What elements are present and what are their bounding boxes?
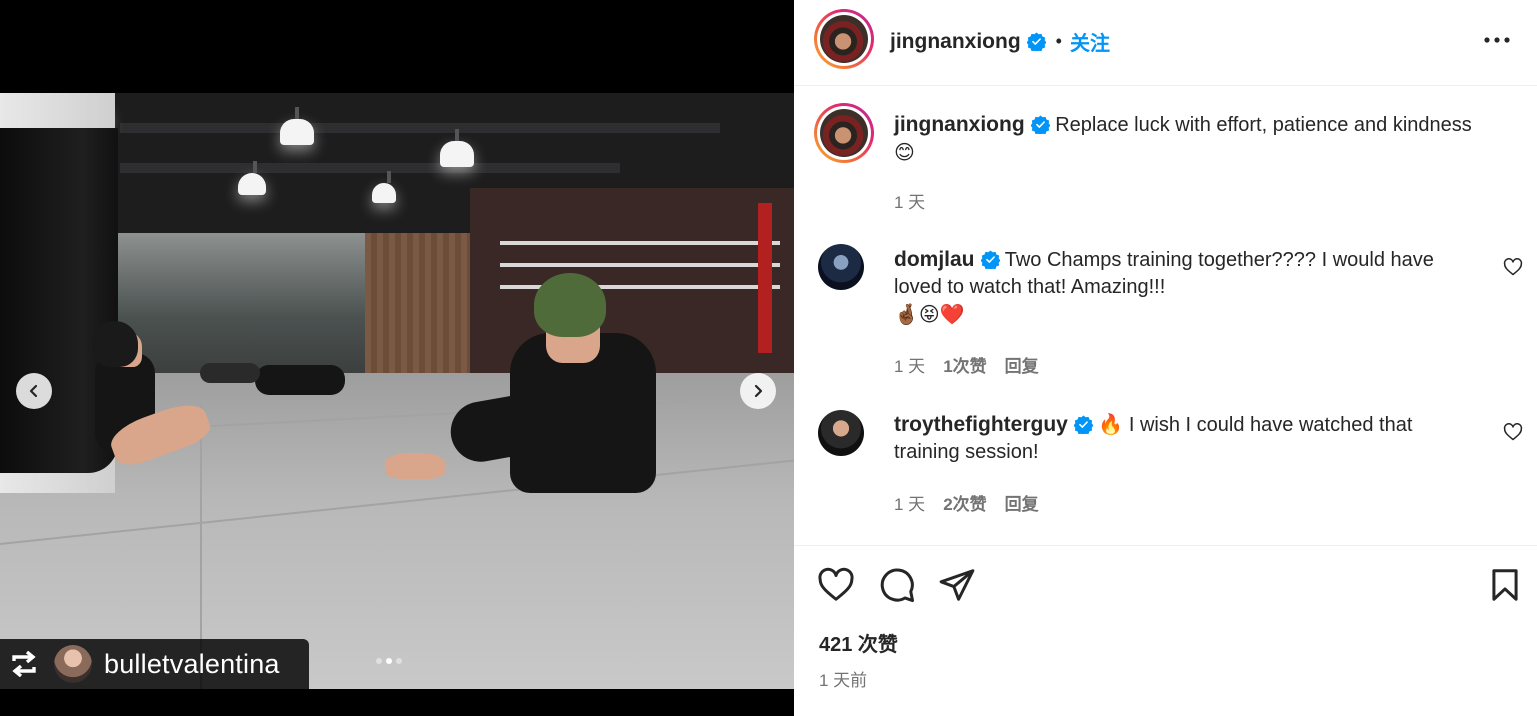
chevron-right-icon [754, 384, 763, 398]
ring-rope [500, 241, 780, 245]
comment-reply-button[interactable]: 回复 [1005, 352, 1039, 377]
author-username[interactable]: jingnanxiong [890, 30, 1021, 54]
photo-beam [120, 123, 720, 133]
repost-avatar [54, 645, 92, 683]
verified-badge-icon [1026, 32, 1046, 51]
comment-avatar[interactable] [818, 244, 864, 290]
comment-time[interactable]: 1 天 [894, 490, 925, 515]
caption-time[interactable]: 1 天 [894, 188, 925, 213]
verified-badge-icon [1030, 115, 1050, 134]
comment-avatar[interactable] [818, 410, 864, 456]
caption-emoji: 😊 [894, 140, 915, 164]
caption-author-avatar[interactable] [814, 103, 874, 163]
photo-beam [120, 163, 620, 173]
photo-lamp [440, 129, 474, 167]
photo-gear-pile [200, 363, 260, 383]
verified-badge-icon [1073, 415, 1093, 434]
chevron-left-icon [29, 384, 38, 398]
comment-time[interactable]: 1 天 [894, 352, 925, 377]
comment-like-heart-icon[interactable] [1503, 422, 1523, 442]
verified-badge-icon [980, 250, 1000, 269]
author-avatar[interactable] [814, 9, 874, 69]
ring-post [758, 203, 772, 353]
comment-bubble-icon[interactable] [878, 566, 916, 604]
photo-lamp [372, 171, 396, 203]
caption-username[interactable]: jingnanxiong [894, 113, 1025, 136]
carousel-dot [396, 658, 402, 664]
photo-lamp [238, 161, 266, 195]
comment-1-meta: 1 天 1次赞 回复 [894, 352, 1039, 377]
carousel-indicator [376, 658, 402, 664]
caption-meta: 1 天 [894, 188, 925, 213]
more-options-button[interactable] [1479, 26, 1515, 54]
caption-text: Replace luck with effort, patience and k… [1055, 114, 1472, 136]
photo-fighter-right-foot [385, 453, 445, 479]
comment-1: domjlau Two Champs training together????… [894, 246, 1474, 329]
comment-emojis: 🤞🏾😝❤️ [894, 302, 965, 326]
repost-tag[interactable]: bulletvalentina [0, 639, 309, 689]
header-separator: • [1055, 31, 1062, 51]
carousel-dot [376, 658, 382, 664]
comment-username[interactable]: domjlau [894, 248, 975, 271]
carousel-next-button[interactable] [740, 373, 776, 409]
more-horizontal-icon [1484, 37, 1510, 43]
post-photo [0, 93, 794, 689]
comment-2: troythefighterguy 🔥 I wish I could have … [894, 411, 1474, 466]
repost-icon [8, 648, 40, 680]
post-media: bulletvalentina [0, 0, 794, 716]
ring-rope [500, 263, 780, 267]
comment-2-meta: 1 天 2次赞 回复 [894, 490, 1039, 515]
repost-username: bulletvalentina [104, 648, 280, 679]
follow-button[interactable]: 关注 [1070, 27, 1110, 56]
comment-username[interactable]: troythefighterguy [894, 413, 1068, 436]
photo-window [115, 233, 365, 373]
post-time[interactable]: 1 天前 [819, 666, 867, 691]
actions-divider [794, 545, 1537, 546]
like-count[interactable]: 421 次赞 [819, 628, 898, 657]
share-send-icon[interactable] [938, 566, 976, 604]
post-header: jingnanxiong • 关注 [794, 0, 1537, 86]
comment-prefix-emoji: 🔥 [1098, 412, 1124, 436]
like-heart-icon[interactable] [817, 566, 855, 604]
photo-lamp [280, 107, 314, 145]
carousel-dot-active [386, 658, 392, 664]
photo-wood-wall [365, 233, 470, 373]
save-bookmark-icon[interactable] [1486, 566, 1524, 604]
comment-like-count[interactable]: 2次赞 [943, 490, 986, 515]
carousel-prev-button[interactable] [16, 373, 52, 409]
photo-fighter-left-headgear [92, 321, 138, 367]
header-author-row: jingnanxiong • 关注 [890, 27, 1110, 56]
photo-fighter-right-headgear [534, 273, 606, 337]
post-details-panel: jingnanxiong • 关注 jingnanxiong Replace l… [794, 0, 1537, 716]
comment-like-count[interactable]: 1次赞 [943, 352, 986, 377]
caption: jingnanxiong Replace luck with effort, p… [894, 111, 1514, 167]
photo-background-people [255, 365, 345, 395]
comment-reply-button[interactable]: 回复 [1005, 490, 1039, 515]
comment-like-heart-icon[interactable] [1503, 257, 1523, 277]
